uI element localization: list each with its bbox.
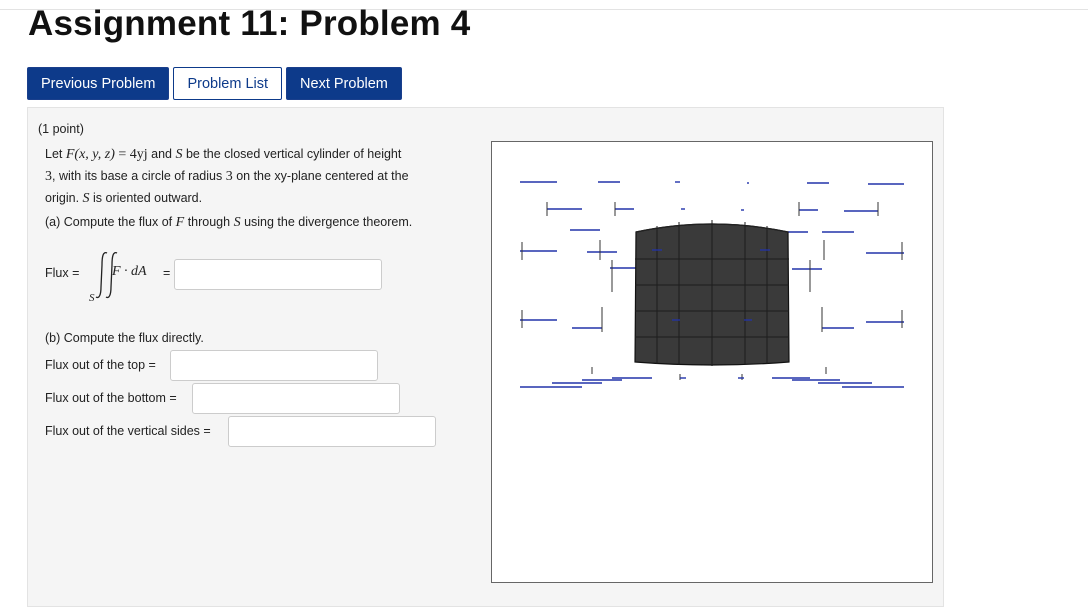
- vector-field-F: F(x, y, z): [65, 147, 115, 162]
- next-problem-button[interactable]: Next Problem: [286, 67, 402, 100]
- integral-subscript: S: [89, 292, 95, 304]
- field-definition: = 4yj: [118, 147, 148, 162]
- radius-value: 3: [225, 169, 233, 184]
- height-value: 3: [45, 169, 52, 184]
- integral-equals: =: [163, 266, 171, 280]
- part-b-text: (b) Compute the flux directly.: [45, 331, 204, 345]
- bottom-flux-input[interactable]: [192, 383, 400, 414]
- surface-S-3: S: [233, 215, 241, 230]
- previous-problem-button[interactable]: Previous Problem: [27, 67, 170, 100]
- text-cylinder: be the closed vertical cylinder of heigh…: [185, 147, 402, 161]
- vector-F: F: [175, 215, 185, 230]
- part-a-pre: (a) Compute the flux of: [45, 215, 173, 229]
- surface-S: S: [175, 147, 183, 162]
- sides-flux-input[interactable]: [228, 416, 436, 447]
- surface-S-2: S: [82, 191, 90, 206]
- problem-line-2: 3, with its base a circle of radius 3 on…: [45, 168, 409, 185]
- text-let: Let: [45, 147, 63, 161]
- cylinder: [634, 220, 790, 366]
- arrows-front: [520, 377, 904, 388]
- integrand: F · dA: [112, 264, 147, 279]
- problem-list-button[interactable]: Problem List: [173, 67, 283, 100]
- problem-line-1: Let F(x, y, z) = 4yj and S be the closed…: [45, 146, 401, 163]
- points-label: (1 point): [38, 122, 84, 136]
- text-oriented: is oriented outward.: [93, 191, 203, 205]
- text-base: , with its base a circle of radius: [52, 169, 223, 183]
- part-a-post: using the divergence theorem.: [244, 215, 413, 229]
- vector-field-figure: [491, 141, 933, 583]
- sides-flux-label: Flux out of the vertical sides =: [45, 424, 211, 438]
- problem-line-3: origin. S is oriented outward.: [45, 190, 202, 207]
- text-plane: on the xy-plane centered at the: [236, 169, 409, 183]
- top-flux-input[interactable]: [170, 350, 378, 381]
- top-flux-label: Flux out of the top =: [45, 358, 156, 372]
- text-origin: origin.: [45, 191, 80, 205]
- problem-navigation: Previous Problem Problem List Next Probl…: [27, 67, 402, 100]
- flux-divergence-input[interactable]: [174, 259, 382, 290]
- vector-field-plot: [520, 181, 904, 388]
- part-a-mid: through: [187, 215, 231, 229]
- bottom-flux-label: Flux out of the bottom =: [45, 391, 177, 405]
- flux-label: Flux =: [45, 266, 80, 280]
- text-and: and: [151, 147, 172, 161]
- part-a-text: (a) Compute the flux of F through S usin…: [45, 214, 412, 231]
- page-title: Assignment 11: Problem 4: [28, 4, 471, 43]
